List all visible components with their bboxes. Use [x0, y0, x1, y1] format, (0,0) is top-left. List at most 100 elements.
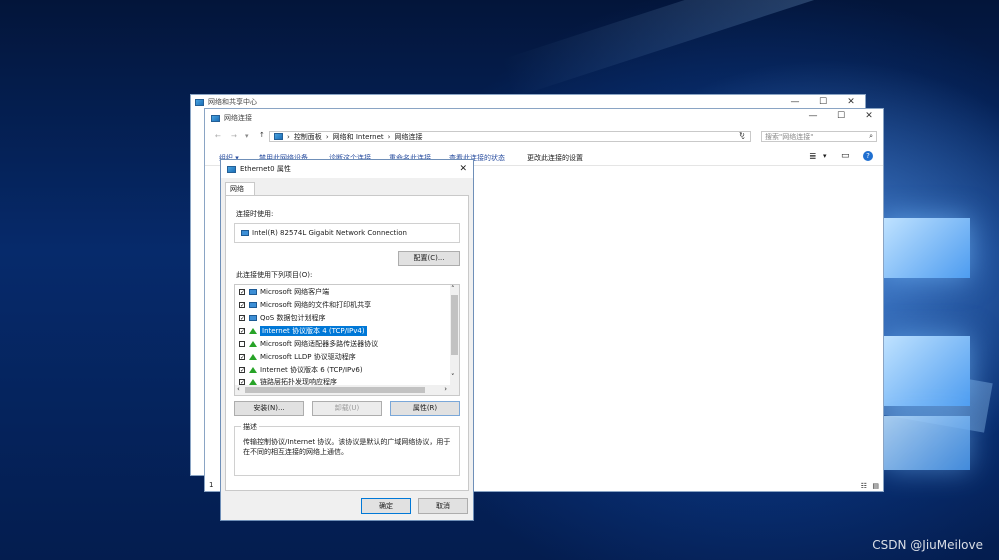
windows-logo-pane	[884, 218, 970, 278]
list-item-selected[interactable]: ✓ Internet 协议版本 4 (TCP/IPv4)	[239, 325, 449, 337]
tab-label: 网络	[230, 185, 244, 193]
item-label: QoS 数据包计划程序	[260, 314, 326, 322]
uninstall-button-label: 卸载(U)	[334, 404, 360, 412]
large-icons-view-icon[interactable]: ▤	[872, 482, 879, 490]
scroll-left-icon[interactable]: ‹	[237, 385, 240, 393]
network-adapter-icon	[241, 230, 249, 236]
scrollbar-thumb[interactable]	[245, 387, 425, 393]
help-icon[interactable]: ?	[863, 151, 873, 161]
tab-panel: 连接时使用: Intel(R) 82574L Gigabit Network C…	[225, 195, 469, 491]
ok-button[interactable]: 确定	[361, 498, 411, 514]
refresh-button[interactable]: ↻	[739, 131, 745, 139]
maximize-button[interactable]: ☐	[809, 95, 837, 109]
minimize-button[interactable]: —	[799, 109, 827, 127]
scroll-up-icon[interactable]: ˄	[451, 285, 455, 293]
item-checkbox[interactable]: ✓	[239, 367, 245, 374]
window-title: 网络连接	[224, 114, 252, 122]
network-client-icon	[249, 302, 257, 308]
description-text: 传输控制协议/Internet 协议。该协议是默认的广域网络协议，用于在不同的相…	[243, 438, 451, 456]
forward-button[interactable]: →	[231, 132, 237, 140]
dialog-title-bar: Ethernet0 属性 ✕	[221, 160, 473, 178]
item-checkbox[interactable]	[239, 341, 245, 347]
install-button[interactable]: 安装(N)...	[234, 401, 304, 416]
breadcrumb-separator: ›	[287, 132, 290, 141]
cancel-button-label: 取消	[436, 502, 450, 510]
details-view-icon[interactable]: ☷	[861, 482, 867, 490]
properties-button[interactable]: 属性(R)	[390, 401, 460, 416]
change-settings-command[interactable]: 更改此连接的设置	[527, 153, 583, 163]
address-bar[interactable]: › 控制面板 › 网络和 Internet › 网络连接 ⌄	[269, 131, 751, 142]
breadcrumb-separator: ›	[387, 132, 391, 141]
view-dropdown-icon[interactable]: ▾	[823, 152, 827, 160]
preview-pane-icon[interactable]: ▭	[841, 151, 850, 161]
windows-logo-pane	[884, 336, 970, 406]
item-checkbox[interactable]: ✓	[239, 315, 245, 322]
watermark: CSDN @JiuMeilove	[872, 538, 983, 552]
configure-button[interactable]: 配置(C)...	[398, 251, 460, 266]
breadcrumb-item[interactable]: 控制面板	[294, 132, 322, 142]
title-bar: 网络连接	[205, 109, 883, 127]
protocol-icon	[249, 354, 257, 360]
status-bar-count: 1	[209, 481, 214, 489]
item-label: Microsoft 网络的文件和打印机共享	[260, 301, 372, 309]
maximize-button[interactable]: ☐	[827, 109, 855, 127]
network-connections-icon	[211, 114, 220, 122]
list-item[interactable]: ✓ Microsoft 网络的文件和打印机共享	[239, 299, 449, 311]
list-item[interactable]: ✓ Microsoft LLDP 协议驱动程序	[239, 351, 449, 363]
dialog-title: Ethernet0 属性	[240, 165, 291, 173]
window-title: 网络和共享中心	[208, 98, 257, 106]
scroll-down-icon[interactable]: ˅	[451, 373, 455, 381]
item-checkbox[interactable]: ✓	[239, 302, 245, 309]
item-label: Microsoft LLDP 协议驱动程序	[260, 353, 356, 361]
list-item[interactable]: ✓ Internet 协议版本 6 (TCP/IPv6)	[239, 364, 449, 376]
view-options-icon[interactable]: ≣	[809, 152, 817, 162]
control-panel-icon	[274, 133, 283, 140]
minimize-button[interactable]: —	[781, 95, 809, 109]
item-label: Microsoft 网络适配器多路传送器协议	[260, 340, 379, 348]
scroll-right-icon[interactable]: ›	[444, 385, 447, 393]
list-item[interactable]: ✓ QoS 数据包计划程序	[239, 312, 449, 324]
connect-using-label: 连接时使用:	[236, 210, 274, 218]
protocol-icon	[249, 367, 257, 373]
dialog-close-button[interactable]: ✕	[459, 164, 467, 174]
item-label: Internet 协议版本 6 (TCP/IPv6)	[260, 366, 363, 374]
window-controls: — ☐ ✕	[799, 109, 883, 127]
item-label: Microsoft 网络客户端	[260, 288, 330, 296]
item-checkbox[interactable]: ✓	[239, 289, 245, 296]
horizontal-scrollbar[interactable]: ‹ ›	[235, 385, 459, 395]
list-item[interactable]: Microsoft 网络适配器多路传送器协议	[239, 338, 449, 350]
network-center-icon	[195, 98, 204, 106]
ok-button-label: 确定	[379, 502, 393, 510]
close-button[interactable]: ✕	[855, 109, 883, 127]
item-checkbox[interactable]: ✓	[239, 328, 245, 335]
back-button[interactable]: ←	[215, 132, 221, 140]
list-item[interactable]: ✓ Microsoft 网络客户端	[239, 286, 449, 298]
title-bar: 网络和共享中心	[191, 95, 865, 109]
item-label: Internet 协议版本 4 (TCP/IPv4)	[260, 326, 367, 336]
network-client-icon	[249, 289, 257, 295]
adapter-name: Intel(R) 82574L Gigabit Network Connecti…	[252, 229, 407, 237]
network-client-icon	[249, 315, 257, 321]
vertical-scrollbar[interactable]: ˄ ˅	[450, 285, 459, 385]
uninstall-button[interactable]: 卸载(U)	[312, 401, 382, 416]
search-placeholder: 搜索"网络连接"	[765, 132, 814, 141]
cancel-button[interactable]: 取消	[418, 498, 468, 514]
search-input[interactable]: 搜索"网络连接" ⌕	[761, 131, 877, 142]
tab-network[interactable]: 网络	[225, 182, 255, 196]
windows-logo-pane	[884, 416, 970, 470]
recent-locations-button[interactable]: ▾	[245, 132, 249, 140]
breadcrumb-item[interactable]: 网络连接	[394, 132, 422, 142]
protocol-icon	[249, 328, 257, 334]
search-icon[interactable]: ⌕	[869, 132, 873, 141]
breadcrumb-item[interactable]: 网络和 Internet	[333, 132, 384, 142]
properties-button-label: 属性(R)	[412, 404, 438, 412]
scrollbar-thumb[interactable]	[451, 295, 458, 355]
item-checkbox[interactable]: ✓	[239, 354, 245, 361]
items-list[interactable]: ✓ Microsoft 网络客户端 ✓ Microsoft 网络的文件和打印机共…	[234, 284, 460, 396]
breadcrumb-separator: ›	[325, 132, 329, 141]
close-button[interactable]: ✕	[837, 95, 865, 109]
protocol-icon	[249, 341, 257, 347]
adapter-icon	[227, 165, 236, 173]
adapter-box: Intel(R) 82574L Gigabit Network Connecti…	[234, 223, 460, 243]
up-button[interactable]: ↑	[259, 131, 265, 139]
